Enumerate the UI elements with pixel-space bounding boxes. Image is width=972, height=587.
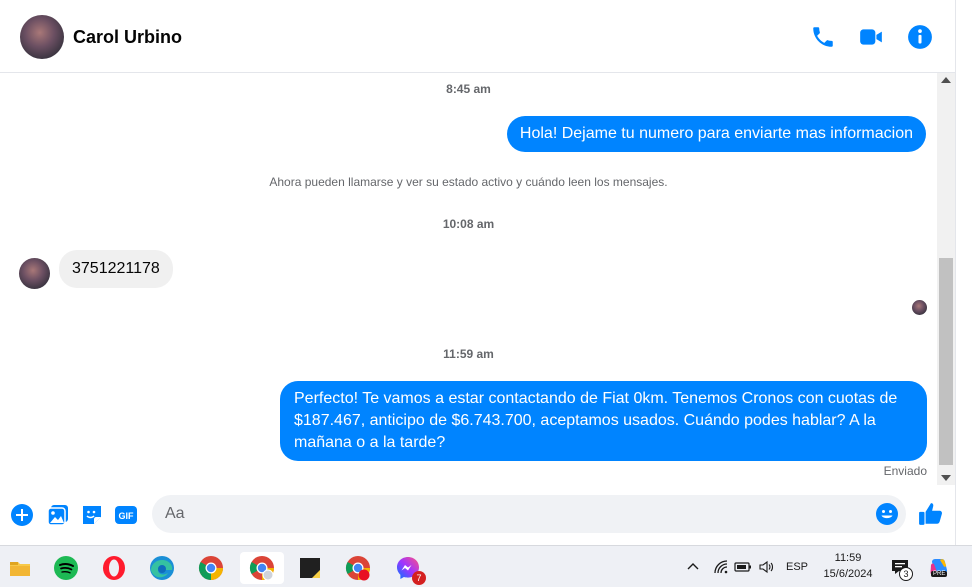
spotify-icon[interactable] bbox=[46, 552, 86, 584]
language-indicator[interactable]: ESP bbox=[786, 546, 808, 587]
messenger-icon[interactable]: 7 bbox=[388, 552, 428, 585]
scroll-down-arrow-icon[interactable] bbox=[941, 475, 951, 481]
svg-text:GIF: GIF bbox=[119, 511, 135, 521]
show-hidden-icons-chevron-icon[interactable] bbox=[686, 546, 700, 587]
message-input[interactable] bbox=[152, 495, 906, 533]
plus-icon[interactable] bbox=[10, 503, 34, 527]
gif-icon[interactable]: GIF bbox=[114, 503, 138, 527]
scrollbar[interactable] bbox=[937, 73, 955, 485]
volume-icon[interactable] bbox=[758, 546, 774, 587]
edge-icon[interactable] bbox=[142, 552, 182, 584]
read-receipt-avatar bbox=[912, 300, 927, 315]
message-composer: GIF bbox=[0, 485, 955, 545]
timestamp: 11:59 am bbox=[443, 347, 494, 361]
message-thread[interactable]: 8:45 am Hola! Dejame tu numero para envi… bbox=[0, 73, 937, 485]
contact-name[interactable]: Carol Urbino bbox=[73, 27, 182, 48]
battery-icon[interactable] bbox=[734, 546, 752, 587]
message-bubble-outgoing[interactable]: Perfecto! Te vamos a estar contactando d… bbox=[280, 381, 927, 461]
notification-count-badge: 3 bbox=[899, 567, 913, 581]
phone-icon[interactable] bbox=[810, 24, 836, 50]
sticky-notes-icon[interactable] bbox=[290, 552, 330, 584]
chrome-profile-icon[interactable] bbox=[240, 552, 284, 584]
system-notice: Ahora pueden llamarse y ver su estado ac… bbox=[269, 175, 668, 189]
file-explorer-icon[interactable] bbox=[0, 552, 40, 584]
clock-date: 15/6/2024 bbox=[823, 568, 873, 580]
opera-icon[interactable] bbox=[94, 552, 134, 584]
chat-header: Carol Urbino bbox=[0, 0, 955, 73]
message-bubble-incoming[interactable]: 3751221178 bbox=[59, 250, 173, 288]
contact-avatar[interactable] bbox=[20, 15, 64, 59]
clock-time: 11:59 bbox=[834, 552, 862, 564]
copilot-preview-badge: PRE bbox=[931, 571, 948, 577]
chrome-red-icon[interactable] bbox=[338, 552, 378, 584]
image-icon[interactable] bbox=[46, 503, 70, 527]
scrollbar-thumb[interactable] bbox=[939, 258, 953, 465]
messenger-badge: 7 bbox=[412, 571, 426, 585]
message-status: Enviado bbox=[883, 464, 927, 478]
window-edge bbox=[955, 0, 972, 545]
windows-taskbar: 7 ESP 11:59 15/6/2024 3 PRE bbox=[0, 545, 972, 587]
wifi-icon[interactable] bbox=[713, 546, 729, 587]
system-clock[interactable]: 11:59 15/6/2024 bbox=[808, 550, 888, 582]
copilot-icon[interactable]: PRE bbox=[928, 546, 950, 587]
info-icon[interactable] bbox=[907, 24, 933, 50]
sticker-icon[interactable] bbox=[80, 503, 104, 527]
video-camera-icon[interactable] bbox=[858, 24, 884, 50]
timestamp: 10:08 am bbox=[442, 217, 495, 231]
scroll-up-arrow-icon[interactable] bbox=[941, 77, 951, 83]
emoji-icon[interactable] bbox=[875, 502, 899, 526]
chrome-icon[interactable] bbox=[191, 552, 231, 584]
thumbs-up-icon[interactable] bbox=[918, 501, 944, 527]
message-bubble-outgoing[interactable]: Hola! Dejame tu numero para enviarte mas… bbox=[506, 116, 926, 152]
notification-center-icon[interactable]: 3 bbox=[890, 546, 913, 587]
timestamp: 8:45 am bbox=[446, 82, 491, 96]
sender-avatar[interactable] bbox=[19, 258, 50, 289]
